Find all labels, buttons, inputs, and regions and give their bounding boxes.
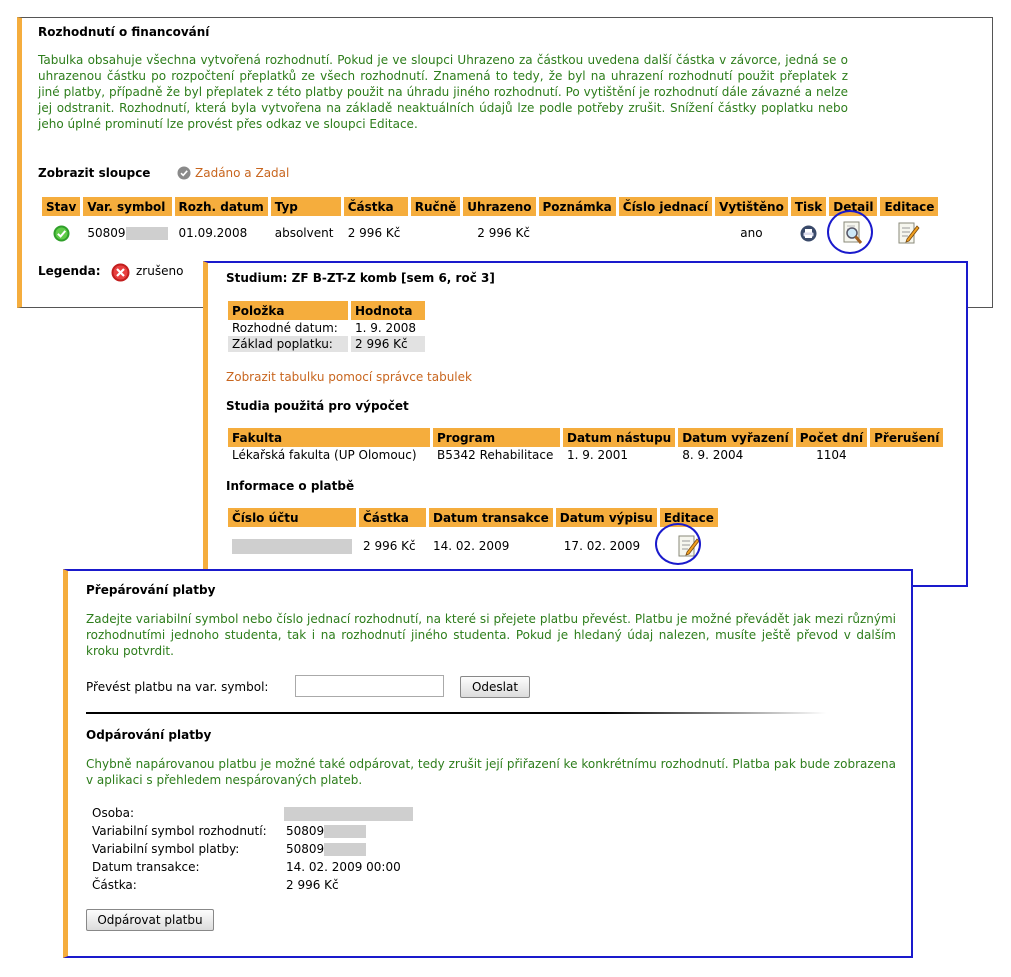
col-header[interactable]: Tisk [790,197,827,216]
col-header: Přerušení [870,428,944,447]
col-header[interactable]: Stav [42,197,81,216]
unpair-title: Odpárování platby [86,728,212,742]
col-header[interactable]: Vytištěno [715,197,788,216]
item-table: Položka Hodnota Rozhodné datum: 1. 9. 2008… [225,301,428,352]
unpair-info: Chybně napárovanou platbu je možné také … [86,757,896,787]
studies-title: Studia použitá pro výpočet [226,399,409,413]
redacted-block [232,538,352,554]
edit-highlight [655,523,701,565]
printed-cell: ano [740,226,763,240]
legend-text: zrušeno [136,264,184,278]
col-header[interactable]: Typ [270,197,341,216]
col-header[interactable]: Rozh. datum [174,197,268,216]
table-row: Lékařská fakulta (UP Olomouc) B5342 Reha… [232,448,847,462]
printer-icon[interactable] [800,225,817,241]
amount-cell: 2 996 Kč [347,226,401,240]
account-cell [228,527,356,565]
submit-button[interactable]: Odeslat [460,676,530,698]
col-header: Částka [359,508,426,527]
person-value [284,806,413,821]
redacted-block [324,825,367,838]
var-symbol-input[interactable] [295,675,444,697]
col-header: Datum transakce [429,508,553,527]
redacted-block [284,806,413,821]
col-header[interactable]: Částka [343,197,408,216]
table-row: 50809 01.09.2008 absolvent 2 996 Kč 2 99… [42,216,938,250]
var-symbol-cell: 50809 [83,216,171,250]
studies-table: Fakulta Program Datum nástupu Datum vyřa… [225,428,946,463]
col-header: Fakulta [228,428,430,447]
ref-cell [619,216,712,250]
unpair-button[interactable]: Odpárovat platbu [86,909,214,931]
redacted-block [125,227,168,240]
status-cell [42,216,80,250]
pencil-document-icon[interactable] [897,222,921,244]
columns-link[interactable]: Zadáno a Zadal [195,166,289,180]
col-header: Datum výpisu [555,508,657,527]
study-title: Studium: ZF B-ZT-Z komb [sem 6, roč 3] [226,271,495,285]
edit-cell [880,216,938,250]
repair-title: Přepárování platby [86,583,216,597]
legend-label: Legenda: [38,264,101,278]
table-header: Stav Var. symbol Rozh. datum Typ Částka … [42,197,939,216]
repair-payment-panel: Přepárování platby Zadejte variabilní sy… [63,569,913,958]
repair-info: Zadejte variabilní symbol nebo číslo jed… [86,612,896,658]
check-circle-icon [53,225,70,241]
col-header: Datum nástupu [563,428,676,447]
col-header: Položka [228,301,348,320]
table-row: Rozhodné datum: 1. 9. 2008 [232,321,417,335]
study-detail-panel: Studium: ZF B-ZT-Z komb [sem 6, roč 3] P… [203,261,968,587]
col-header[interactable]: Var. symbol [83,197,172,216]
redacted-block [324,843,367,856]
col-header[interactable]: Poznámka [538,197,616,216]
paid-cell: 2 996 Kč [477,226,530,240]
manual-cell [411,216,461,250]
divider [86,712,826,714]
decision-table: Stav Var. symbol Rozh. datum Typ Částka … [39,197,941,250]
gear-circle-icon [177,166,191,180]
transfer-label: Převést platbu na var. symbol: [86,680,269,694]
col-header: Program [433,428,560,447]
info-text: Tabulka obsahuje všechna vytvořená rozho… [38,53,848,131]
panel-title: Rozhodnutí o financování [38,25,210,39]
note-cell [539,216,616,250]
payment-table: Číslo účtu Částka Datum transakce Datum … [225,508,721,565]
detail-highlight [827,210,873,254]
print-cell [791,216,826,250]
col-header: Číslo účtu [228,508,356,527]
col-header[interactable]: Číslo jednací [618,197,713,216]
col-header: Počet dní [795,428,868,447]
date-cell: 01.09.2008 [178,226,248,240]
col-header: Datum vyřazení [678,428,793,447]
x-circle-icon [111,263,130,282]
col-header[interactable]: Uhrazeno [463,197,536,216]
table-row: Základ poplatku: 2 996 Kč [228,336,425,352]
col-header[interactable]: Editace [880,197,939,216]
columns-label: Zobrazit sloupce [38,166,151,180]
payment-title: Informace o platbě [226,479,355,493]
col-header: Hodnota [351,301,425,320]
table-manager-link[interactable]: Zobrazit tabulku pomocí správce tabulek [226,370,472,384]
col-header[interactable]: Ručně [410,197,461,216]
table-row: 2 996 Kč 14. 02. 2009 17. 02. 2009 [228,527,718,565]
type-cell: absolvent [274,226,334,240]
